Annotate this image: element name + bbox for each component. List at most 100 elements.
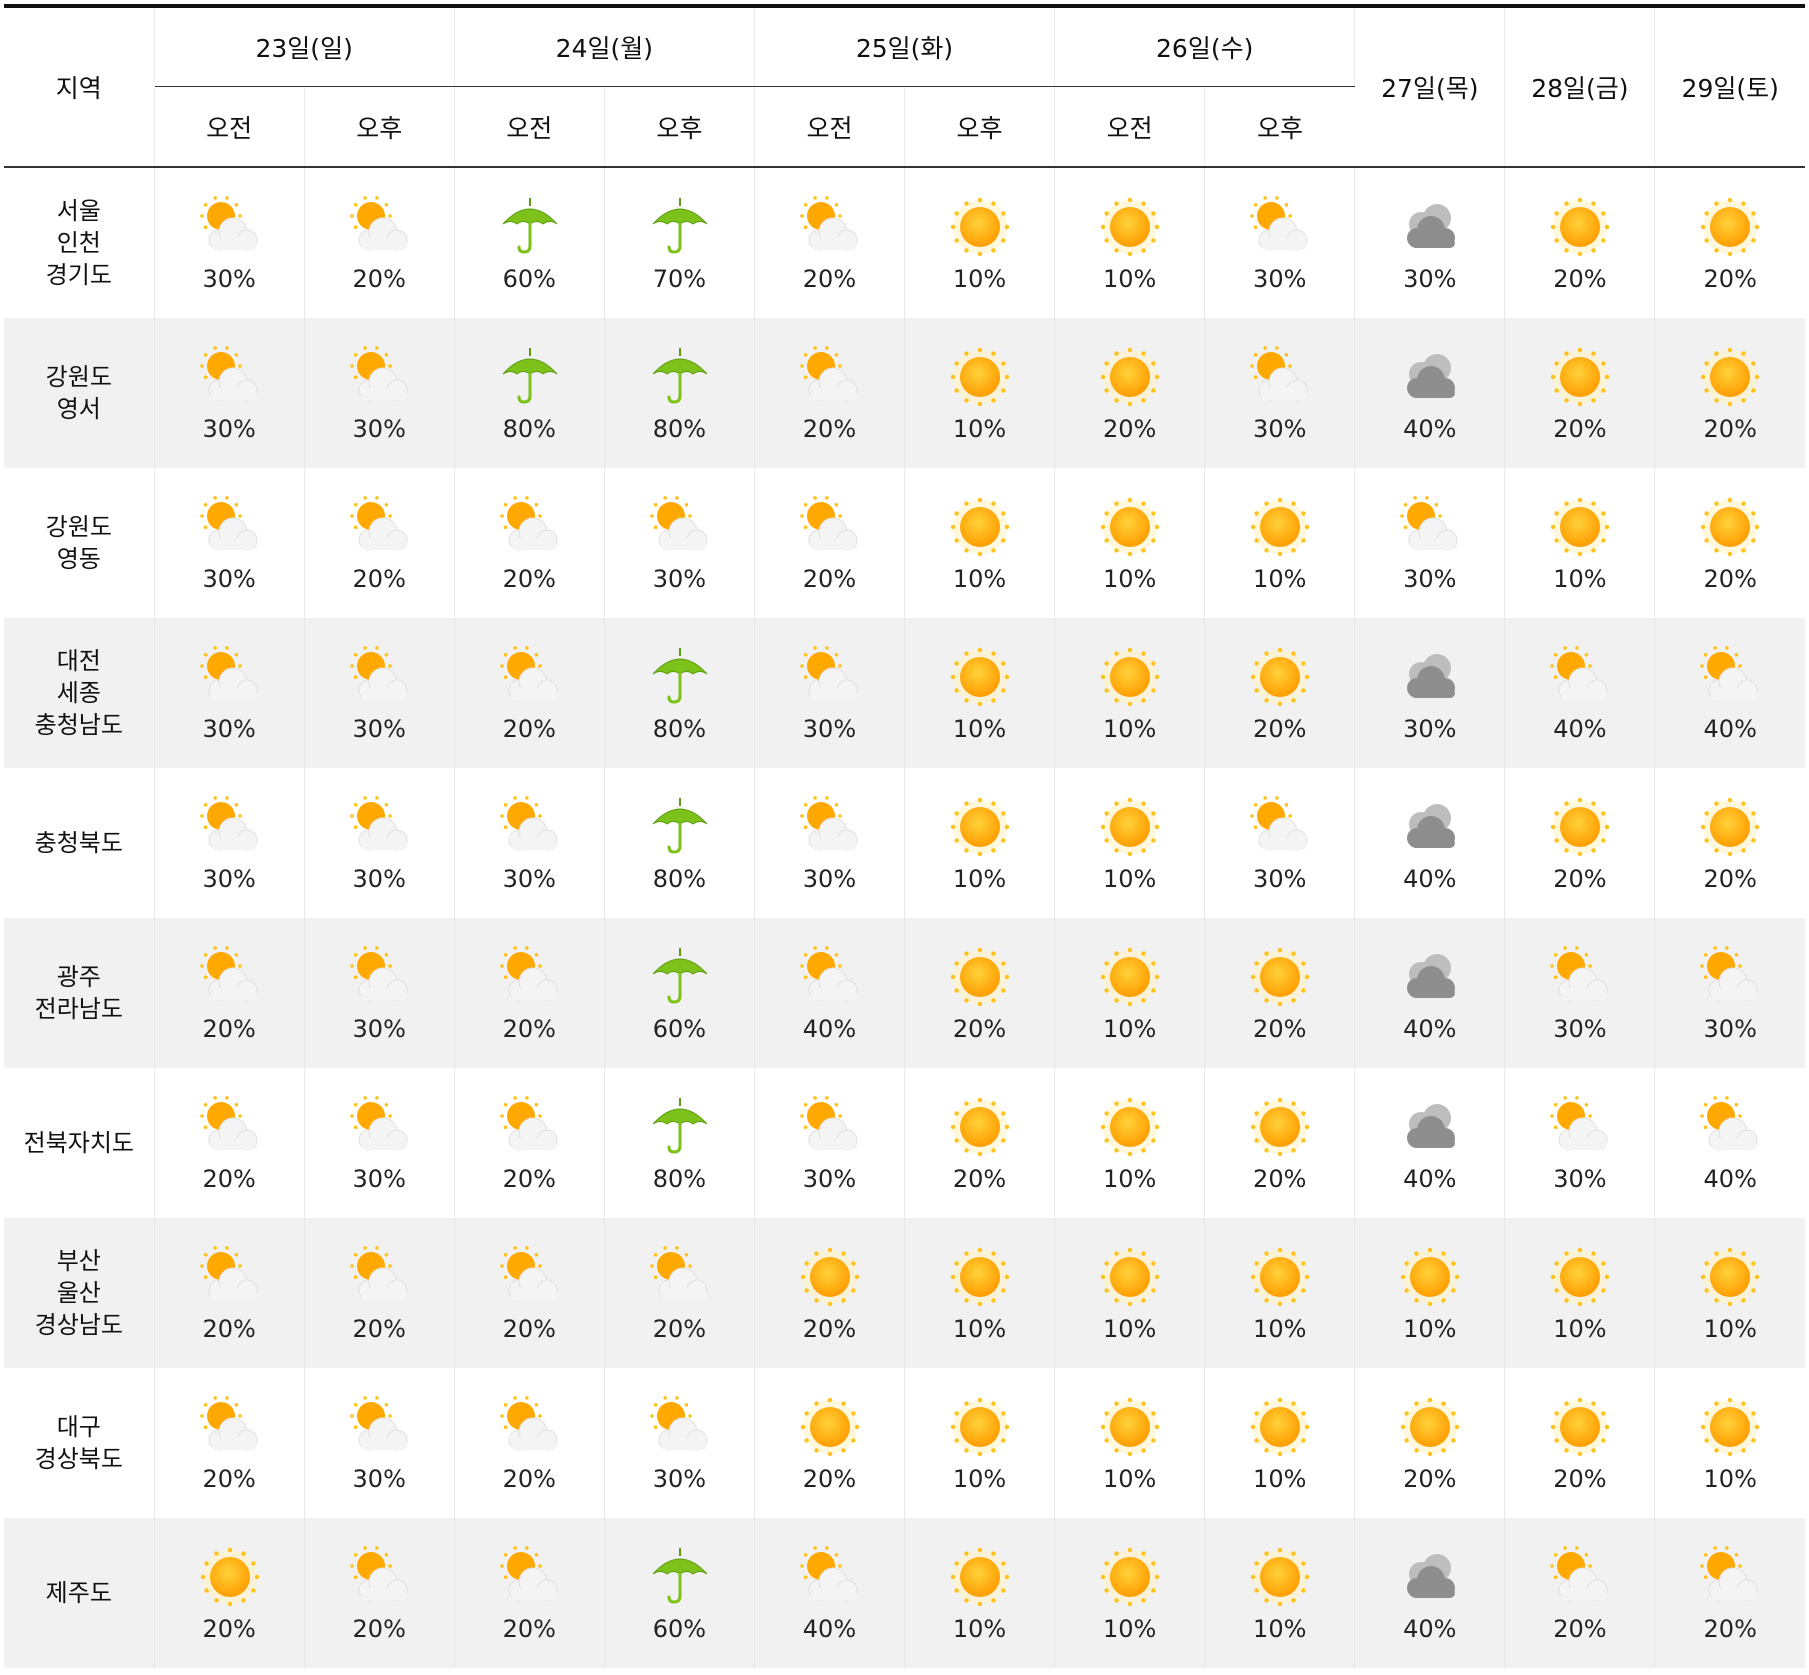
precipitation-probability: 20% [502,1615,556,1643]
precipitation-probability: 20% [802,265,857,293]
precipitation-probability: 10% [1102,1315,1157,1343]
region-name: 제주도 [4,1518,155,1668]
precipitation-probability: 20% [802,565,857,593]
precipitation-probability: 60% [502,265,556,293]
forecast-cell: 20% [1504,318,1656,468]
precipitation-probability: 10% [1102,715,1157,743]
forecast-cell: 10% [1054,918,1206,1068]
precipitation-probability: 10% [1102,1015,1157,1043]
pm-header: 오후 [304,86,455,168]
region-column-header: 지역 [4,4,155,168]
region-name: 전북자치도 [4,1068,155,1218]
precipitation-probability: 30% [352,1465,406,1493]
forecast-cell: 20% [454,1218,605,1368]
forecast-cell: 30% [604,1368,755,1518]
precipitation-probability: 20% [1553,1615,1607,1643]
precipitation-probability: 30% [1403,265,1457,293]
forecast-cell: 30% [754,1068,906,1218]
forecast-cell: 20% [1204,1068,1356,1218]
precipitation-probability: 10% [1102,1165,1157,1193]
forecast-cell: 10% [1204,1218,1356,1368]
forecast-cell: 30% [1504,918,1656,1068]
region-line: 영서 [56,395,101,423]
weather-forecast: 지역 23일(일) 24일(월) 25일(화) 26일(수) 27일(목) 28일(금) 2… [4,4,1805,1668]
forecast-cell: 30% [304,1068,455,1218]
forecast-cell: 20% [604,1218,755,1368]
precipitation-probability: 80% [652,715,707,743]
forecast-cell: 30% [1204,318,1356,468]
forecast-cell: 80% [604,318,755,468]
forecast-cell: 60% [604,918,755,1068]
region-line: 경상북도 [34,1445,123,1473]
precipitation-probability: 40% [1703,1165,1757,1193]
precipitation-probability: 10% [952,715,1007,743]
precipitation-probability: 20% [1703,415,1757,443]
day-header: 25일(화) [754,4,1056,87]
forecast-cell: 10% [1054,618,1206,768]
forecast-cell: 20% [1504,768,1656,918]
forecast-cell: 40% [754,918,906,1068]
region-name: 광주 전라남도 [4,918,155,1068]
forecast-cell: 30% [154,468,305,618]
region-line: 대구 [56,1413,101,1441]
precipitation-probability: 10% [1102,1465,1157,1493]
precipitation-probability: 30% [652,565,707,593]
forecast-cell: 20% [1655,167,1805,318]
precipitation-probability: 10% [1253,1465,1307,1493]
precipitation-probability: 30% [502,865,556,893]
forecast-cell: 30% [304,768,455,918]
region-line: 광주 [56,963,101,991]
table-row: 대구 경상북도 20% 30% 20% 30% 20% 10% 10% 10% 20% 20% 10% [4,1368,1805,1518]
forecast-cell: 30% [1354,468,1506,618]
precipitation-probability: 10% [952,1465,1007,1493]
region-name: 대전 세종 충청남도 [4,618,155,768]
forecast-cell: 60% [454,167,605,318]
forecast-cell: 10% [904,1518,1056,1668]
forecast-cell: 20% [754,167,906,318]
precipitation-probability: 20% [1553,1465,1607,1493]
region-line: 서울 [56,197,101,225]
precipitation-probability: 20% [202,1015,256,1043]
forecast-cell: 10% [1504,1218,1656,1368]
region-line: 강원도 [45,363,112,391]
precipitation-probability: 10% [952,1315,1007,1343]
precipitation-probability: 10% [952,415,1007,443]
forecast-cell: 20% [754,468,906,618]
region-line: 충청남도 [34,711,123,739]
forecast-cell: 80% [604,618,755,768]
forecast-cell: 20% [904,918,1056,1068]
forecast-cell: 80% [604,768,755,918]
am-header: 오전 [754,86,906,168]
forecast-cell: 80% [604,1068,755,1218]
forecast-cell: 20% [454,618,605,768]
forecast-cell: 10% [904,618,1056,768]
precipitation-probability: 60% [652,1015,707,1043]
region-line: 경상남도 [34,1311,123,1339]
forecast-cell: 20% [454,918,605,1068]
precipitation-probability: 10% [1553,1315,1607,1343]
forecast-cell: 10% [904,1218,1056,1368]
precipitation-probability: 20% [1253,715,1307,743]
precipitation-probability: 20% [802,1465,857,1493]
forecast-cell: 20% [904,1068,1056,1218]
forecast-cell: 20% [1655,768,1805,918]
region-line: 제주도 [45,1579,112,1607]
forecast-table: 지역 23일(일) 24일(월) 25일(화) 26일(수) 27일(목) 28일(금) 2… [4,4,1805,1668]
forecast-cell: 10% [1655,1368,1805,1518]
table-row: 광주 전라남도 20% 30% 20% 60% 40% 20% 10% 20% 40% 30% 30% [4,918,1805,1068]
region-line: 울산 [56,1279,101,1307]
forecast-cell: 30% [754,618,906,768]
forecast-cell: 30% [1354,618,1506,768]
forecast-cell: 30% [304,1368,455,1518]
region-line: 대전 [56,647,101,675]
forecast-cell: 10% [1354,1218,1506,1368]
forecast-cell: 10% [1054,1368,1206,1518]
precipitation-probability: 20% [1253,1015,1307,1043]
forecast-cell: 20% [454,1368,605,1518]
precipitation-probability: 20% [802,1315,857,1343]
forecast-cell: 10% [1054,1068,1206,1218]
precipitation-probability: 20% [952,1015,1007,1043]
day-header: 29일(토) [1654,4,1805,168]
precipitation-probability: 30% [352,1015,406,1043]
forecast-cell: 20% [154,1218,305,1368]
